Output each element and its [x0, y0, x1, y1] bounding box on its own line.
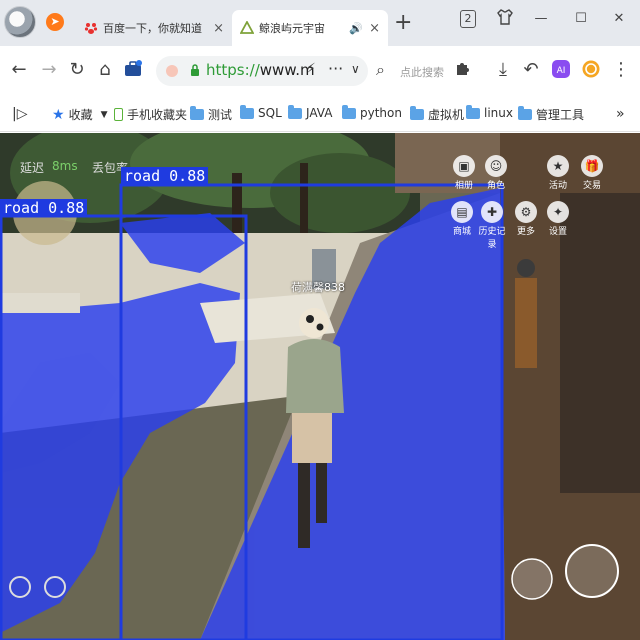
settings-icon: ✦ [547, 201, 569, 223]
sidebar-toggle-icon[interactable]: |▷ [12, 106, 27, 122]
close-window-icon[interactable]: ✕ [608, 8, 630, 30]
home-icon[interactable]: ⌂ [94, 59, 116, 81]
game-viewport[interactable]: 延迟 8ms 丢包率 road 0.88 road 0.88 荷满馨838 ▣ 相… [0, 133, 640, 640]
avatar[interactable] [4, 6, 36, 38]
tab-title: 鲸浪屿元宇宙 [259, 22, 325, 35]
events-icon: ★ [547, 155, 569, 177]
tab-title: 百度一下，你就知道 [103, 22, 202, 35]
tab-count-badge[interactable]: 2 [460, 10, 476, 28]
side-menu-events[interactable]: ★ 活动 [544, 155, 572, 191]
side-menu-trade[interactable]: 🎁 交易 [578, 155, 606, 191]
close-tab-icon[interactable]: × [369, 21, 380, 36]
more-icon: ⚙ [515, 201, 537, 223]
more-bookmarks-icon[interactable]: » [616, 106, 625, 122]
folder-icon [466, 104, 480, 119]
side-menu-settings[interactable]: ✦ 设置 [544, 201, 572, 237]
role-icon: ☺ [485, 155, 507, 177]
browser-logo-icon[interactable]: ➤ [46, 13, 64, 31]
tab-strip: ➤ 百度一下，你就知道 × 鲸浪屿元宇宙 🔊 × + 2 — ☐ ✕ [0, 0, 640, 46]
undo-icon[interactable]: ↶ [520, 59, 542, 81]
bookmark-favorites[interactable]: ★ 收藏 ▼ [52, 106, 108, 123]
folder-icon [410, 106, 424, 120]
forward-icon[interactable]: → [38, 59, 60, 81]
folder-icon [288, 104, 302, 119]
detection-label: road 0.88 [121, 167, 209, 185]
address-bar[interactable]: https://www.m ⚡ ··· ∨ [156, 56, 368, 86]
lightning-icon[interactable]: ⚡ [306, 61, 316, 77]
latency-value: 8ms [52, 159, 78, 173]
tab-baidu[interactable]: 百度一下，你就知道 × [76, 10, 232, 46]
folder-icon [342, 104, 356, 119]
speaker-icon[interactable]: 🔊 [349, 22, 363, 35]
download-icon[interactable]: ⤓ [492, 59, 514, 81]
folder-icon [518, 106, 532, 120]
bookmark-folder-tools[interactable]: 管理工具 [518, 106, 584, 123]
briefcase-icon[interactable] [122, 59, 144, 81]
detection-label: road 0.88 [0, 199, 88, 217]
svg-text:AI: AI [557, 66, 566, 76]
album-icon: ▣ [453, 155, 475, 177]
bookmark-mobile[interactable]: 手机收藏夹 [114, 106, 187, 123]
folder-icon [240, 104, 254, 119]
chevron-down-icon[interactable]: ∨ [351, 62, 360, 76]
bookmark-folder-sql[interactable]: SQL [240, 104, 282, 120]
player-nametag: 荷满馨838 [291, 281, 345, 294]
star-icon: ★ [52, 106, 65, 123]
phone-icon [114, 108, 123, 121]
shirt-skin-icon[interactable] [494, 8, 516, 30]
site-icon [166, 65, 178, 77]
side-menu-album[interactable]: ▣ 相册 [450, 155, 478, 191]
ai-assistant-icon[interactable]: AI [550, 59, 572, 81]
search-box[interactable]: ⌕ 点此搜索 [372, 56, 446, 86]
maximize-icon[interactable]: ☐ [570, 8, 592, 30]
url-text: https://www.m [206, 61, 315, 79]
close-tab-icon[interactable]: × [213, 21, 224, 36]
bookmark-folder-python[interactable]: python [342, 104, 402, 120]
bookmark-folder-java[interactable]: JAVA [288, 104, 332, 120]
side-menu-shop[interactable]: ▤ 商城 [448, 201, 476, 237]
lock-icon [191, 64, 199, 76]
shop-icon: ▤ [451, 201, 473, 223]
reload-icon[interactable]: ↻ [66, 59, 88, 81]
side-menu-more[interactable]: ⚙ 更多 [512, 201, 540, 237]
triangle-logo-icon [240, 21, 254, 34]
new-tab-button[interactable]: + [394, 10, 412, 36]
puzzle-icon: ✚ [481, 201, 503, 223]
kebab-menu-icon[interactable]: ⋮ [610, 59, 632, 81]
gift-icon: 🎁 [581, 155, 603, 177]
search-icon: ⌕ [376, 60, 385, 79]
extension-puzzle-icon[interactable] [452, 59, 474, 81]
bookmark-folder-vm[interactable]: 虚拟机 [410, 106, 464, 123]
navigation-bar: ← → ↻ ⌂ https://www.m ⚡ ··· ∨ ⌕ 点此搜索 ⤓ ↶… [0, 46, 640, 96]
more-icon[interactable]: ··· [328, 59, 343, 78]
coin-icon[interactable] [580, 59, 602, 81]
menu-icon[interactable]: — [530, 8, 552, 30]
folder-icon [190, 106, 204, 120]
tab-metaverse[interactable]: 鲸浪屿元宇宙 🔊 × [232, 10, 388, 46]
bookmark-folder-test[interactable]: 测试 [190, 106, 232, 123]
bookmarks-bar: |▷ ★ 收藏 ▼ 手机收藏夹 测试 SQL JAVA python 虚拟机 l… [0, 96, 640, 132]
back-icon[interactable]: ← [8, 59, 30, 81]
side-menu-role[interactable]: ☺ 角色 [482, 155, 510, 191]
baidu-paw-icon [84, 23, 98, 34]
search-placeholder: 点此搜索 [400, 66, 444, 79]
latency-label: 延迟 [20, 161, 45, 175]
bookmark-folder-linux[interactable]: linux [466, 104, 513, 120]
dropdown-arrow-icon[interactable]: ▼ [101, 110, 108, 120]
side-menu-history[interactable]: ✚ 历史记录 [478, 201, 506, 250]
